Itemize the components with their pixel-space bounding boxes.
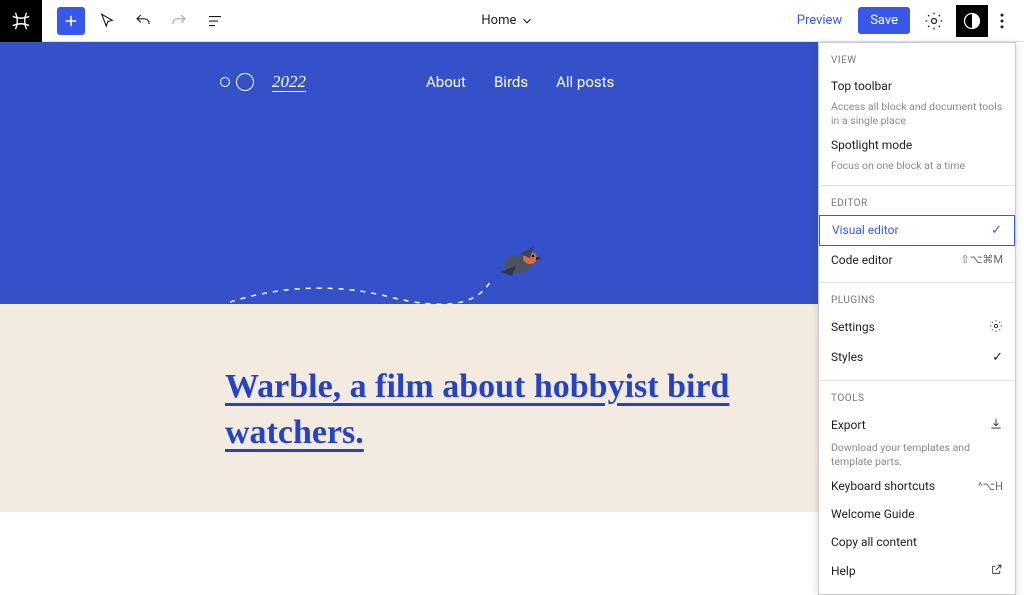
download-icon bbox=[989, 417, 1003, 434]
nav-link[interactable]: About bbox=[426, 73, 466, 91]
site-logo[interactable] bbox=[220, 73, 254, 91]
site-nav: About Birds All posts bbox=[426, 73, 614, 91]
nav-link[interactable]: All posts bbox=[556, 73, 614, 91]
editor-canvas[interactable]: 2022 About Birds All posts Warble, a fil… bbox=[0, 42, 818, 512]
save-button[interactable]: Save bbox=[858, 7, 910, 34]
flight-path-decoration bbox=[230, 272, 490, 312]
settings-button[interactable] bbox=[918, 5, 950, 37]
menu-item-export[interactable]: Export bbox=[819, 410, 1015, 441]
content-block[interactable]: Warble, a film about hobbyist bird watch… bbox=[0, 304, 818, 512]
post-headline[interactable]: Warble, a film about hobbyist bird watch… bbox=[225, 364, 818, 456]
menu-item-desc: Download your templates and template par… bbox=[819, 441, 1015, 472]
nav-link[interactable]: Birds bbox=[494, 73, 528, 91]
undo-button[interactable] bbox=[129, 7, 157, 35]
shortcut-label: ^⌥H bbox=[978, 480, 1003, 493]
more-menu-button[interactable] bbox=[988, 5, 1016, 37]
hero-block[interactable]: 2022 About Birds All posts bbox=[0, 42, 818, 304]
menu-item-copy-all[interactable]: Copy all content bbox=[819, 528, 1015, 556]
shortcut-label: ⇧⌥⌘M bbox=[961, 253, 1004, 266]
menu-item-top-toolbar[interactable]: Top toolbar bbox=[819, 72, 1015, 100]
check-icon: ✓ bbox=[991, 223, 1002, 238]
toolbar-left bbox=[0, 0, 229, 42]
styles-button[interactable] bbox=[956, 5, 988, 37]
document-title[interactable]: Home bbox=[229, 13, 787, 28]
menu-item-settings[interactable]: Settings bbox=[819, 312, 1015, 343]
logo-circle-icon bbox=[220, 77, 230, 87]
menu-item-spotlight[interactable]: Spotlight mode bbox=[819, 131, 1015, 159]
gear-icon bbox=[989, 319, 1003, 336]
menu-item-help[interactable]: Help bbox=[819, 556, 1015, 586]
menu-item-styles[interactable]: Styles ✓ bbox=[819, 343, 1015, 372]
site-logo-button[interactable] bbox=[0, 0, 42, 42]
add-block-button[interactable] bbox=[57, 7, 85, 35]
menu-item-visual-editor[interactable]: Visual editor ✓ bbox=[819, 215, 1015, 246]
redo-button[interactable] bbox=[165, 7, 193, 35]
menu-item-welcome-guide[interactable]: Welcome Guide bbox=[819, 500, 1015, 528]
menu-item-desc: Focus on one block at a time bbox=[819, 159, 1015, 177]
top-toolbar: Home Preview Save bbox=[0, 0, 1024, 42]
menu-section-header: EDITOR bbox=[819, 194, 1015, 215]
select-tool-button[interactable] bbox=[93, 7, 121, 35]
check-icon: ✓ bbox=[992, 350, 1003, 365]
menu-section-header: VIEW bbox=[819, 51, 1015, 72]
list-view-button[interactable] bbox=[201, 7, 229, 35]
bird-illustration bbox=[490, 242, 550, 284]
menu-item-desc: Access all block and document tools in a… bbox=[819, 100, 1015, 131]
preview-button[interactable]: Preview bbox=[787, 7, 852, 34]
site-header: 2022 About Birds All posts bbox=[0, 42, 818, 92]
toolbar-right: Preview Save bbox=[787, 5, 1024, 37]
site-title[interactable]: 2022 bbox=[272, 72, 306, 92]
menu-section-header: TOOLS bbox=[819, 389, 1015, 410]
more-menu-dropdown: VIEW Top toolbar Access all block and do… bbox=[818, 42, 1016, 595]
external-link-icon bbox=[990, 563, 1003, 579]
logo-circle-icon bbox=[236, 73, 254, 91]
document-title-text: Home bbox=[481, 13, 516, 28]
menu-item-keyboard-shortcuts[interactable]: Keyboard shortcuts ^⌥H bbox=[819, 472, 1015, 500]
menu-item-code-editor[interactable]: Code editor ⇧⌥⌘M bbox=[819, 246, 1015, 274]
menu-section-header: PLUGINS bbox=[819, 291, 1015, 312]
